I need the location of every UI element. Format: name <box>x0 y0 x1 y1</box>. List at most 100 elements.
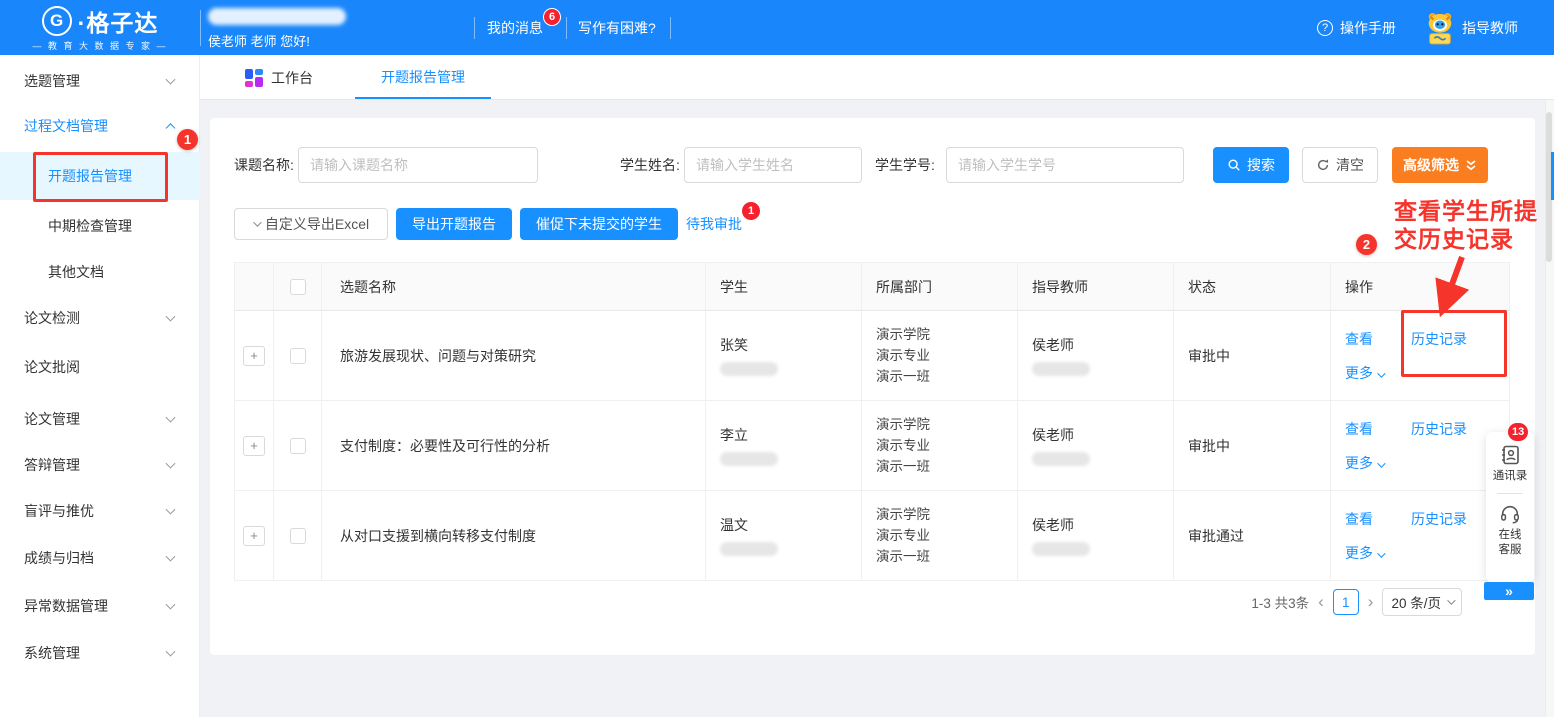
column-header-topic: 选题名称 <box>322 263 706 311</box>
custom-export-excel-button[interactable]: 自定义导出Excel <box>234 208 388 240</box>
history-link[interactable]: 历史记录 <box>1411 509 1467 529</box>
sidebar-item-proposal-report[interactable]: 开题报告管理 <box>0 152 200 200</box>
sidebar-item-midterm-check[interactable]: 中期检查管理 <box>0 202 200 250</box>
student-no-input[interactable] <box>946 147 1184 183</box>
chevron-down-icon <box>166 552 176 562</box>
role-menu[interactable]: 指导教师 <box>1425 0 1518 55</box>
sidebar-item-label: 答辩管理 <box>0 457 80 473</box>
history-link[interactable]: 历史记录 <box>1411 419 1467 439</box>
dept-college: 演示学院 <box>876 504 1017 525</box>
main-panel: 课题名称: 学生姓名: 学生学号: 搜索 清空 高级筛选 自定义导出Excel … <box>210 118 1535 655</box>
sidebar-item-topic-management[interactable]: 选题管理 <box>0 57 200 105</box>
sidebar-item-paper-review[interactable]: 论文批阅 <box>0 343 200 391</box>
status-cell: 审批中 <box>1174 311 1331 401</box>
prev-page-button[interactable]: ‹ <box>1318 589 1324 615</box>
panel-collapse-button[interactable]: » <box>1484 582 1534 600</box>
advisor-cell: 侯老师 <box>1018 401 1174 491</box>
view-link[interactable]: 查看 <box>1345 509 1373 529</box>
panel-divider <box>1497 493 1523 494</box>
sidebar-item-abnormal-data[interactable]: 异常数据管理 <box>0 582 200 630</box>
student-id-blurred <box>720 542 778 556</box>
select-all-header <box>274 263 322 311</box>
contacts-label[interactable]: 通讯录 <box>1493 469 1528 484</box>
page-number-button[interactable]: 1 <box>1333 589 1359 615</box>
refresh-icon <box>1316 158 1330 172</box>
workbench-link[interactable]: 工作台 <box>245 55 313 100</box>
student-cell: 李立 <box>706 401 862 491</box>
student-name: 李立 <box>720 425 861 445</box>
sidebar-item-process-docs[interactable]: 过程文档管理 <box>0 102 200 150</box>
chevron-down-icon <box>166 413 176 423</box>
chevron-down-icon <box>253 218 261 226</box>
topic-name-input[interactable] <box>298 147 538 183</box>
student-name: 张笑 <box>720 335 861 355</box>
brand-tagline: — 教 育 大 数 据 专 家 — <box>0 39 200 52</box>
more-link[interactable]: 更多 <box>1345 455 1373 471</box>
pending-approval-link[interactable]: 待我审批 <box>686 208 742 240</box>
student-name-input[interactable] <box>684 147 862 183</box>
row-checkbox[interactable] <box>290 348 306 364</box>
manual-label: 操作手册 <box>1340 18 1396 38</box>
more-link[interactable]: 更多 <box>1345 365 1373 381</box>
urge-students-button[interactable]: 催促下未提交的学生 <box>520 208 678 240</box>
topic-cell: 旅游发展现状、问题与对策研究 <box>322 311 706 401</box>
tab-proposal-report[interactable]: 开题报告管理 <box>355 55 491 100</box>
annotation-note-line2: 交历史记录 <box>1394 225 1538 253</box>
address-book-icon[interactable] <box>1499 444 1521 466</box>
writing-help-link[interactable]: 写作有困难? <box>578 0 656 55</box>
chevron-down-icon <box>166 647 176 657</box>
pagination: 1-3 共3条 ‹ 1 › 20 条/页 <box>1251 588 1462 616</box>
export-proposal-button[interactable]: 导出开题报告 <box>396 208 512 240</box>
next-page-button[interactable]: › <box>1368 589 1374 615</box>
actions-cell: 查看 历史记录 更多 <box>1331 311 1510 401</box>
table-row: + 旅游发展现状、问题与对策研究 张笑 演示学院演示专业演示一班 侯老师 审批中… <box>235 311 1510 401</box>
manual-link[interactable]: ? 操作手册 <box>1317 0 1396 55</box>
advisor-name: 侯老师 <box>1032 425 1173 445</box>
sidebar-item-label: 论文检测 <box>0 310 80 326</box>
tab-active-underline <box>355 97 491 99</box>
student-id-blurred <box>720 362 778 376</box>
clear-button[interactable]: 清空 <box>1302 147 1378 183</box>
expand-row-button[interactable]: + <box>243 526 265 546</box>
row-checkbox[interactable] <box>290 528 306 544</box>
sidebar-item-other-docs[interactable]: 其他文档 <box>0 248 200 296</box>
topic-cell: 从对口支援到横向转移支付制度 <box>322 491 706 581</box>
question-circle-icon: ? <box>1317 20 1333 36</box>
sidebar-item-label: 选题管理 <box>0 73 80 89</box>
expand-row-button[interactable]: + <box>243 436 265 456</box>
page-size-select[interactable]: 20 条/页 <box>1382 588 1462 616</box>
select-all-checkbox[interactable] <box>290 279 306 295</box>
messages-count-badge: 6 <box>543 8 561 26</box>
view-link[interactable]: 查看 <box>1345 419 1373 439</box>
logo-text: ·格子达 <box>78 4 159 38</box>
annotation-note: 查看学生所提 交历史记录 <box>1394 197 1538 253</box>
sidebar-item-defense-management[interactable]: 答辩管理 <box>0 441 200 489</box>
online-service-label[interactable]: 在线 客服 <box>1499 528 1522 558</box>
header-divider <box>474 17 475 39</box>
sidebar-item-paper-check[interactable]: 论文检测 <box>0 294 200 342</box>
student-cell: 张笑 <box>706 311 862 401</box>
logo-icon: G <box>42 6 72 36</box>
search-button[interactable]: 搜索 <box>1213 147 1289 183</box>
advanced-filter-button[interactable]: 高级筛选 <box>1392 147 1488 183</box>
table-header-row: 选题名称 学生 所属部门 指导教师 状态 操作 <box>235 263 1510 311</box>
view-link[interactable]: 查看 <box>1345 329 1373 349</box>
double-chevron-down-icon <box>1465 159 1477 172</box>
sidebar-item-grades-archive[interactable]: 成绩与归档 <box>0 534 200 582</box>
table-row: + 从对口支援到横向转移支付制度 温文 演示学院演示专业演示一班 侯老师 审批通… <box>235 491 1510 581</box>
dept-major: 演示专业 <box>876 525 1017 546</box>
sidebar-item-blind-review[interactable]: 盲评与推优 <box>0 487 200 535</box>
chevron-down-icon <box>166 600 176 610</box>
expand-row-button[interactable]: + <box>243 346 265 366</box>
row-checkbox[interactable] <box>290 438 306 454</box>
column-header-advisor: 指导教师 <box>1018 263 1174 311</box>
student-name: 温文 <box>720 515 861 535</box>
advisor-name: 侯老师 <box>1032 515 1173 535</box>
online-service-line1: 在线 <box>1499 529 1522 541</box>
history-link[interactable]: 历史记录 <box>1411 329 1467 349</box>
more-link[interactable]: 更多 <box>1345 545 1373 561</box>
sidebar-item-paper-management[interactable]: 论文管理 <box>0 395 200 443</box>
headset-icon[interactable] <box>1499 503 1521 525</box>
my-messages-link[interactable]: 我的消息 <box>487 0 543 55</box>
sidebar-item-system-management[interactable]: 系统管理 <box>0 629 200 677</box>
